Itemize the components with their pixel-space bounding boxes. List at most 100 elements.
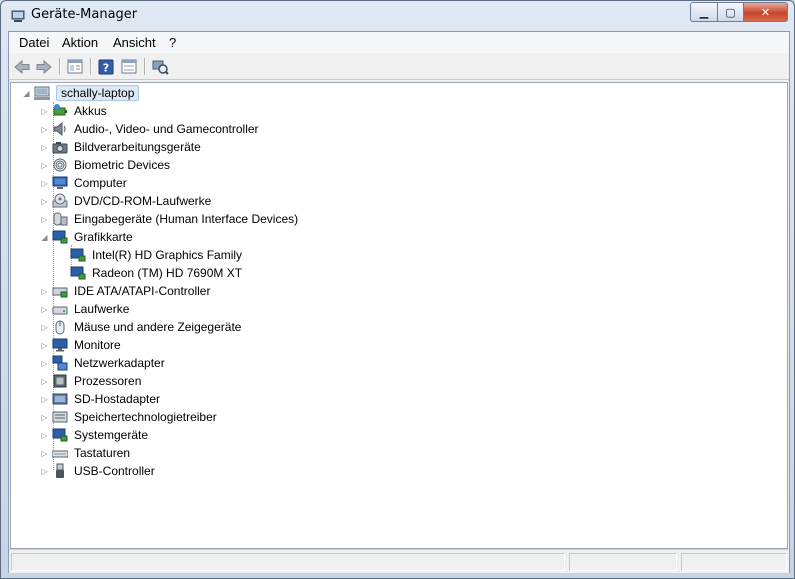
tree-category[interactable]: ▷ Monitore	[40, 336, 120, 354]
category-label: Grafikkarte	[74, 230, 133, 244]
expand-arrow-icon[interactable]: ▷	[40, 215, 49, 224]
category-label: DVD/CD-ROM-Laufwerke	[74, 194, 212, 208]
expand-arrow-icon[interactable]: ▷	[40, 143, 49, 152]
tree-category[interactable]: ▷ Netzwerkadapter	[40, 354, 165, 372]
network-adapter-icon	[52, 355, 68, 371]
tree-device[interactable]: Radeon (TM) HD 7690M XT	[70, 264, 242, 282]
client-area: Datei Aktion Ansicht ? ? ◢ schally-lapto…	[8, 31, 790, 573]
tree-category[interactable]: ▷ Prozessoren	[40, 372, 141, 390]
expand-arrow-icon[interactable]: ▷	[40, 125, 49, 134]
menu-datei[interactable]: Datei	[19, 35, 49, 50]
collapse-arrow-icon[interactable]: ◢	[40, 233, 49, 242]
back-button[interactable]	[12, 57, 32, 76]
tree-device[interactable]: Intel(R) HD Graphics Family	[70, 246, 242, 264]
ide-controller-icon	[52, 287, 68, 298]
device-manager-icon	[11, 10, 25, 22]
processor-icon	[53, 374, 67, 388]
category-label: Tastaturen	[74, 446, 131, 460]
tree-category[interactable]: ▷ USB-Controller	[40, 462, 155, 480]
toolbar: ?	[9, 54, 789, 80]
category-label: IDE ATA/ATAPI-Controller	[74, 284, 211, 298]
root-label: schally-laptop	[56, 85, 140, 101]
tree-category[interactable]: ▷ Systemgeräte	[40, 426, 148, 444]
expand-arrow-icon[interactable]: ▷	[40, 341, 49, 350]
category-label: Eingabegeräte (Human Interface Devices)	[74, 212, 299, 226]
menu-bar: Datei Aktion Ansicht ?	[9, 32, 789, 53]
expand-arrow-icon[interactable]: ▷	[40, 107, 49, 116]
category-label: Speichertechnologietreiber	[74, 410, 217, 424]
expand-arrow-icon[interactable]: ▷	[40, 395, 49, 404]
tree-category[interactable]: ▷ Laufwerke	[40, 300, 129, 318]
expand-arrow-icon[interactable]: ▷	[40, 413, 49, 422]
battery-icon	[53, 104, 67, 116]
forward-icon	[36, 59, 52, 74]
tree-category[interactable]: ▷ Audio-, Video- und Gamecontroller	[40, 120, 259, 138]
status-bar	[9, 549, 789, 573]
disc-drive-icon	[52, 193, 68, 208]
category-label: Bildverarbeitungsgeräte	[74, 140, 201, 154]
title-bar[interactable]: Geräte-Manager ▁ ▢ ✕	[1, 1, 794, 31]
tree-category[interactable]: ▷ IDE ATA/ATAPI-Controller	[40, 282, 210, 300]
tree-category[interactable]: ▷ Computer	[40, 174, 127, 192]
expand-arrow-icon[interactable]: ▷	[40, 179, 49, 188]
tree-category[interactable]: ▷ Eingabegeräte (Human Interface Devices…	[40, 210, 298, 228]
status-pane-2	[569, 553, 677, 571]
tree-category[interactable]: ▷ SD-Hostadapter	[40, 390, 160, 408]
device-tree[interactable]: ◢ schally-laptop ▷ Akkus ▷ Audio-, Video…	[10, 82, 788, 549]
close-icon: ✕	[760, 5, 771, 19]
show-hide-tree-icon	[67, 59, 83, 74]
properties-icon	[121, 59, 137, 74]
tree-category[interactable]: ▷ DVD/CD-ROM-Laufwerke	[40, 192, 211, 210]
category-label: Akkus	[74, 104, 107, 118]
expand-arrow-icon[interactable]: ▷	[40, 305, 49, 314]
menu-aktion[interactable]: Aktion	[62, 35, 98, 50]
tree-root[interactable]: ◢ schally-laptop	[22, 84, 140, 102]
category-label: Computer	[74, 176, 127, 190]
collapse-arrow-icon[interactable]: ◢	[22, 89, 31, 98]
help-button[interactable]: ?	[96, 57, 116, 76]
expand-arrow-icon[interactable]: ▷	[40, 323, 49, 332]
scan-hardware-button[interactable]	[150, 57, 170, 76]
menu-ansicht[interactable]: Ansicht	[113, 35, 156, 50]
expand-arrow-icon[interactable]: ▷	[40, 449, 49, 458]
computer-icon	[52, 176, 68, 189]
expand-arrow-icon[interactable]: ▷	[40, 467, 49, 476]
svg-text:?: ?	[103, 61, 109, 74]
sd-host-icon	[52, 393, 68, 405]
device-label: Intel(R) HD Graphics Family	[92, 248, 243, 262]
menu-help[interactable]: ?	[169, 35, 176, 50]
scan-hardware-icon	[152, 60, 169, 75]
tree-category[interactable]: ▷ Speichertechnologietreiber	[40, 408, 217, 426]
expand-arrow-icon[interactable]: ▷	[40, 287, 49, 296]
category-label: Prozessoren	[74, 374, 142, 388]
back-icon	[14, 59, 30, 74]
hid-icon	[53, 212, 68, 226]
category-label: Netzwerkadapter	[74, 356, 165, 370]
monitor-icon	[52, 338, 68, 352]
tree-category[interactable]: ▷ Tastaturen	[40, 444, 130, 462]
show-hide-tree-button[interactable]	[65, 57, 85, 76]
expand-arrow-icon[interactable]: ▷	[40, 377, 49, 386]
tree-category[interactable]: ▷ Bildverarbeitungsgeräte	[40, 138, 201, 156]
expand-arrow-icon[interactable]: ▷	[40, 161, 49, 170]
expand-arrow-icon[interactable]: ▷	[40, 197, 49, 206]
maximize-button[interactable]: ▢	[718, 2, 744, 22]
display-adapter-icon	[52, 230, 68, 244]
fingerprint-icon	[53, 158, 67, 172]
properties-button[interactable]	[119, 57, 139, 76]
tree-category[interactable]: ▷ Mäuse und andere Zeigegeräte	[40, 318, 241, 336]
close-button[interactable]: ✕	[744, 2, 788, 22]
window-title: Geräte-Manager	[31, 7, 138, 22]
forward-button[interactable]	[34, 57, 54, 76]
tree-category[interactable]: ▷ Akkus	[40, 102, 107, 120]
mouse-icon	[55, 320, 65, 335]
minimize-button[interactable]: ▁	[690, 2, 718, 22]
expand-arrow-icon[interactable]: ▷	[40, 431, 49, 440]
minimize-icon: ▁	[699, 5, 709, 19]
tree-category[interactable]: ▷ Biometric Devices	[40, 156, 170, 174]
help-icon: ?	[98, 59, 114, 74]
display-adapter-icon	[70, 248, 86, 262]
device-manager-window: Geräte-Manager ▁ ▢ ✕ Datei Aktion Ansich…	[0, 0, 795, 579]
expand-arrow-icon[interactable]: ▷	[40, 359, 49, 368]
tree-category-expanded[interactable]: ◢ Grafikkarte	[40, 228, 133, 246]
